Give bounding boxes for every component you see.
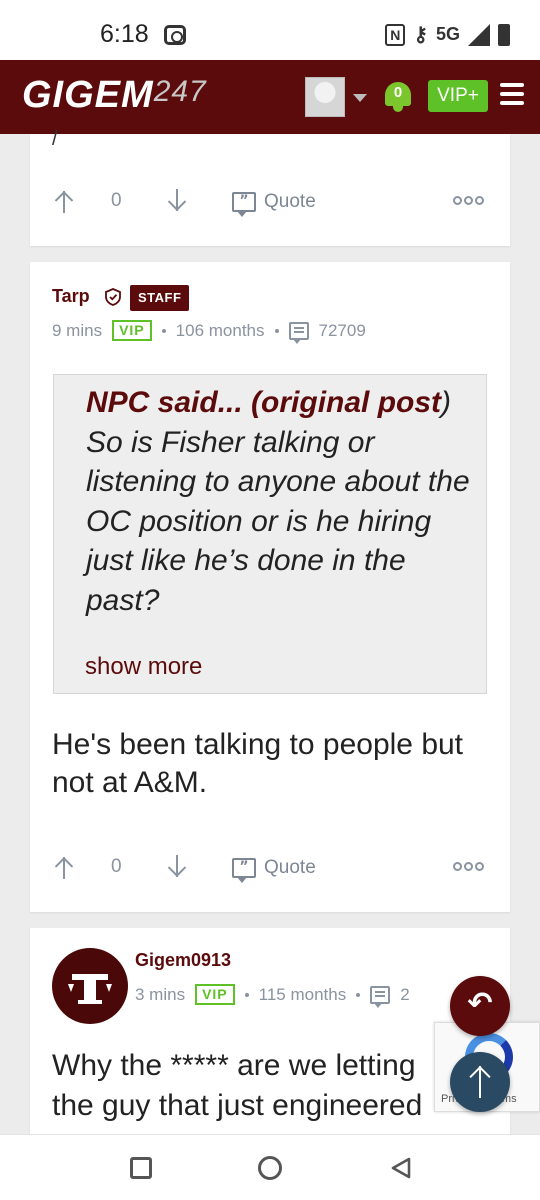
post-author[interactable]: Tarp (52, 286, 90, 307)
arrow-down-icon[interactable] (167, 854, 187, 880)
status-bar: 6:18 N ⚷ 5G (0, 0, 540, 60)
vpn-key-icon: ⚷ (413, 24, 428, 46)
cast-icon (164, 25, 186, 45)
user-avatar[interactable] (305, 77, 345, 117)
vote-count: 0 (111, 856, 122, 877)
battery-icon (498, 23, 510, 46)
back-icon[interactable] (389, 1156, 413, 1180)
arrow-down-icon[interactable] (167, 188, 187, 214)
site-logo[interactable]: GIGEM247 (22, 74, 207, 117)
post-actions: 0 ” Quote (30, 850, 510, 890)
vip-button[interactable]: VIP+ (428, 80, 488, 112)
avatar[interactable] (52, 948, 128, 1024)
notification-count: 0 (393, 84, 403, 101)
atm-logo (66, 966, 114, 1004)
status-icons: N ⚷ 5G (385, 22, 510, 47)
network-label: 5G (435, 24, 460, 44)
more-icon[interactable] (453, 196, 484, 205)
signal-icon (468, 23, 490, 46)
notifications-button[interactable]: 0 (383, 78, 413, 114)
chevron-down-icon[interactable] (353, 94, 367, 102)
post-meta: 9 mins VIP 106 months 72709 (52, 320, 366, 344)
posts-icon (370, 985, 391, 1008)
staff-badge: STAFF (130, 285, 190, 311)
post-author[interactable]: Gigem0913 (135, 950, 231, 971)
quoted-post: NPC said... (original post) So is Fisher… (53, 374, 487, 694)
post-body: He's been talking to people but not at A… (52, 728, 464, 799)
vote-count: 0 (111, 190, 122, 211)
scroll-top-button[interactable] (450, 1052, 510, 1112)
quote-button[interactable]: ” Quote (232, 188, 316, 217)
post-count: 2 (400, 984, 410, 1004)
shield-icon (105, 288, 121, 306)
member-tenure: 115 months (258, 984, 347, 1004)
arrow-up-icon[interactable] (54, 854, 74, 880)
quote-icon: ” (232, 858, 256, 883)
site-header: GIGEM247 0 VIP+ (0, 60, 540, 134)
post-time: 9 mins (52, 320, 103, 340)
system-nav-bar (0, 1134, 540, 1200)
post-meta: 3 mins VIP 115 months 2 (135, 984, 410, 1008)
more-icon[interactable] (453, 862, 484, 871)
nfc-icon: N (385, 23, 406, 46)
post-count: 72709 (318, 320, 366, 340)
post-card: Tarp STAFF 9 mins VIP 106 months 72709 N… (30, 262, 510, 912)
quote-icon: ” (232, 192, 256, 217)
menu-icon[interactable] (500, 83, 524, 105)
member-tenure: 106 months (175, 320, 265, 340)
arrow-up-icon[interactable] (54, 188, 74, 214)
post-actions: 0 ” Quote (30, 184, 510, 224)
post-body-tail: / (52, 128, 58, 150)
reply-button[interactable]: ↶ (450, 976, 510, 1036)
reply-icon: ↶ (467, 986, 493, 1021)
post-card: / 0 ” Quote (30, 128, 510, 246)
post-time: 3 mins (135, 984, 186, 1004)
vip-badge: VIP (195, 984, 235, 1005)
quoted-text: NPC said... (original post) So is Fisher… (86, 386, 470, 617)
show-more-link[interactable]: show more (85, 653, 202, 681)
home-icon[interactable] (258, 1156, 282, 1180)
vip-badge: VIP (112, 320, 152, 341)
posts-icon (288, 321, 309, 344)
quoted-author[interactable]: NPC said... (original post (86, 386, 441, 419)
status-time: 6:18 (100, 20, 149, 48)
recents-icon[interactable] (130, 1157, 152, 1179)
quote-button[interactable]: ” Quote (232, 854, 316, 883)
